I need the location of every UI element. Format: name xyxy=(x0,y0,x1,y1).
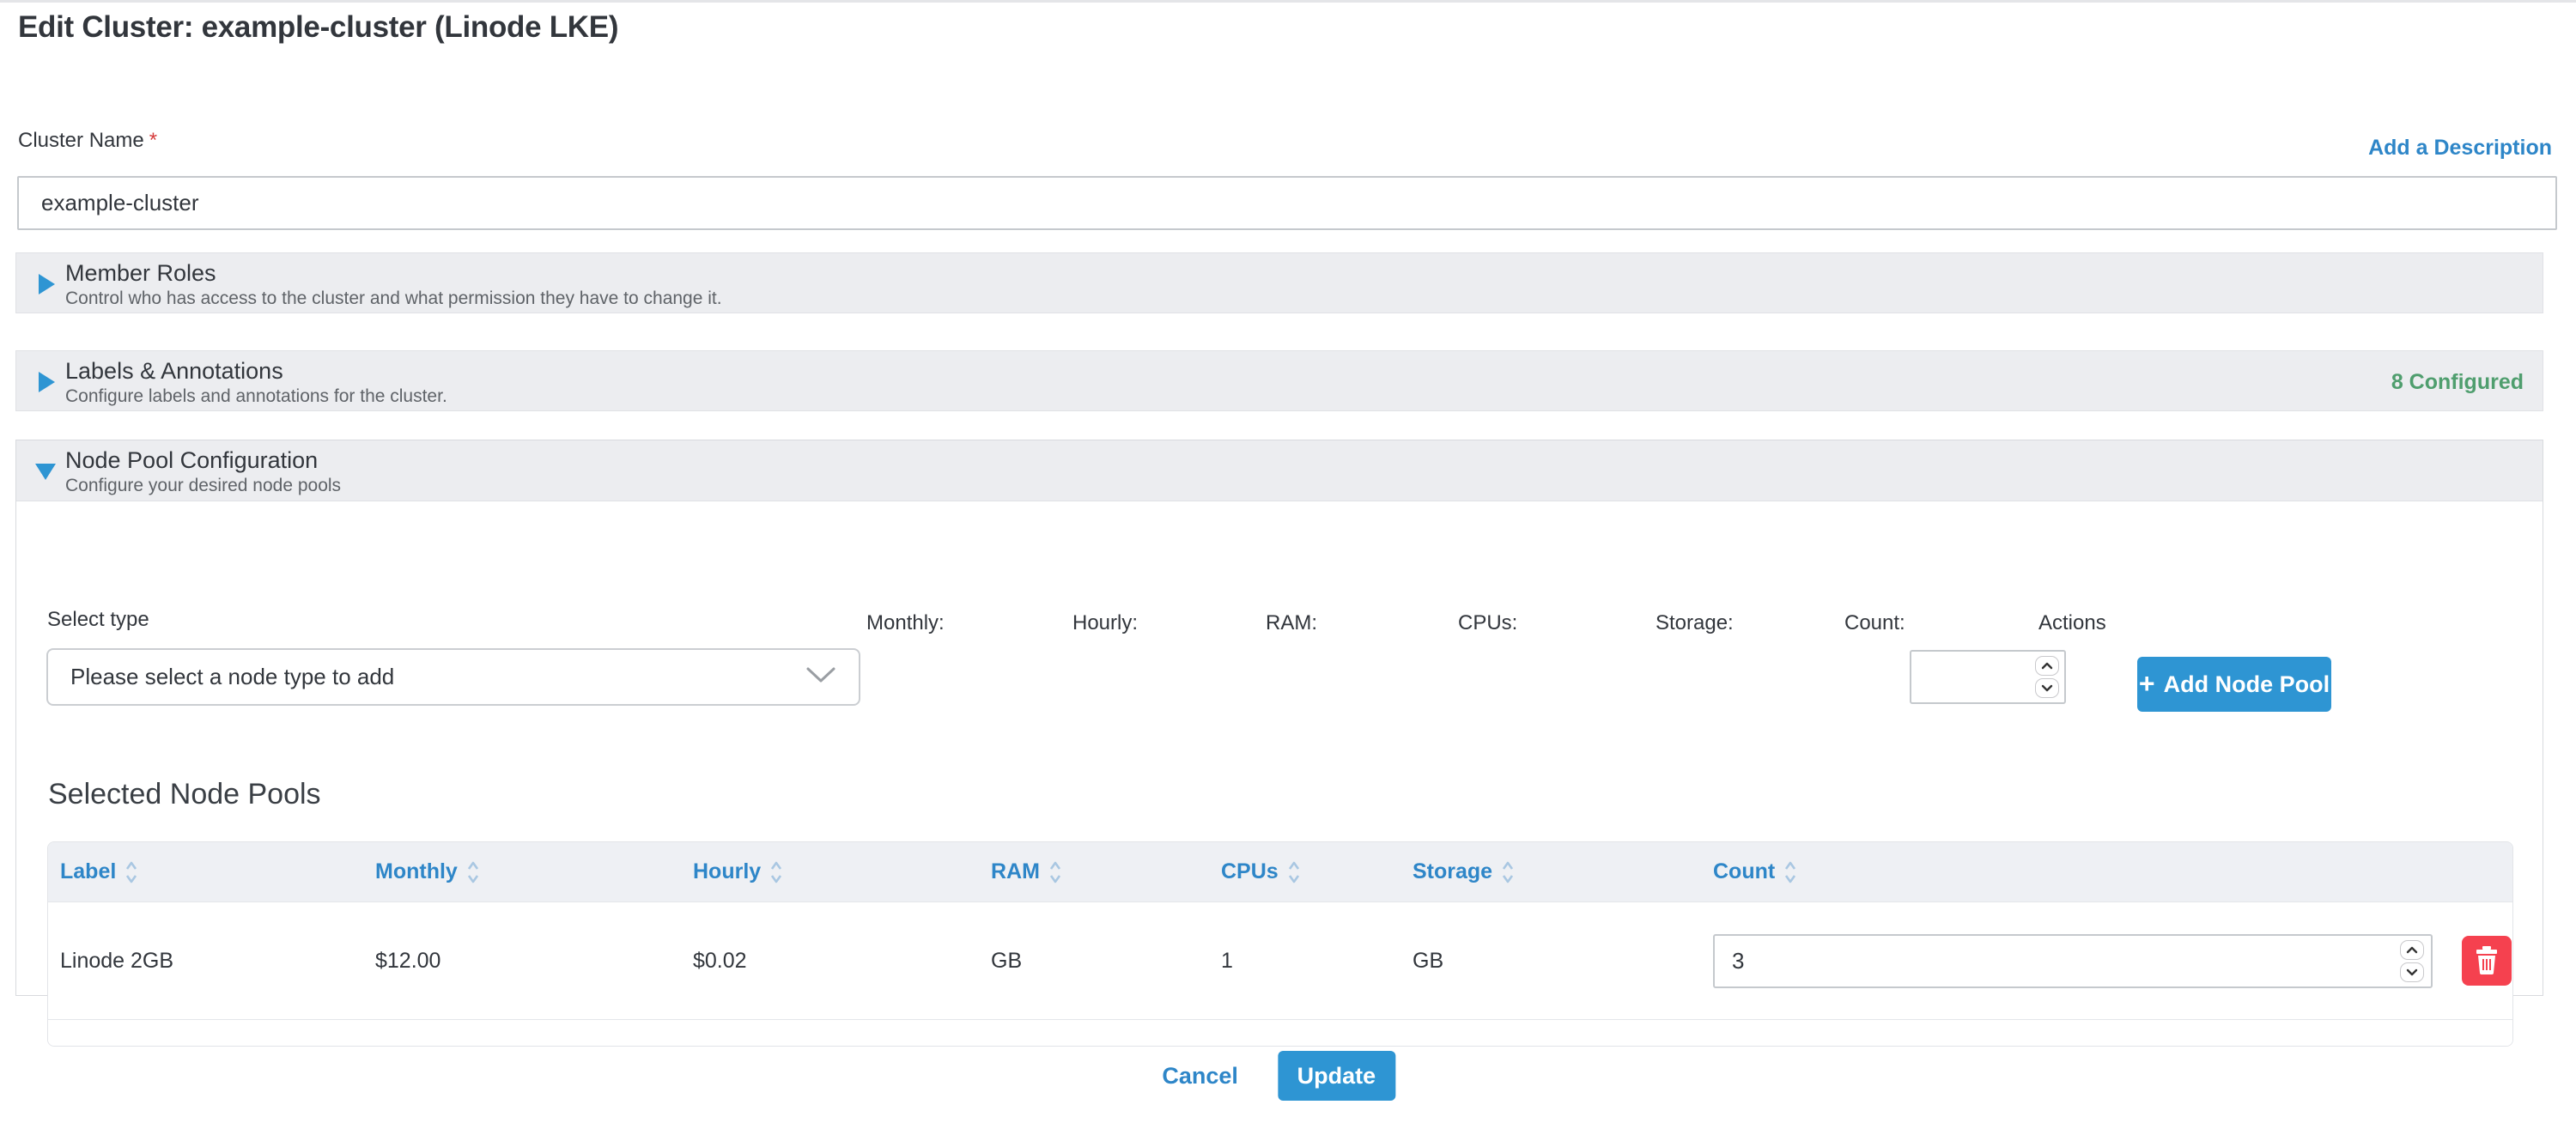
hourly-column-label: Hourly: xyxy=(1072,611,1138,635)
cpus-column-label: CPUs: xyxy=(1458,611,1517,635)
sort-header-count[interactable]: Count xyxy=(1713,859,2512,885)
cluster-name-input[interactable] xyxy=(17,176,2557,230)
cluster-name-label: Cluster Name* xyxy=(18,129,157,153)
node-type-select[interactable]: Please select a node type to add xyxy=(46,648,860,706)
section-title: Member Roles xyxy=(65,260,216,287)
sort-header-hourly[interactable]: Hourly xyxy=(693,859,991,885)
node-pool-section-body: Select type Please select a node type to… xyxy=(16,501,2543,996)
select-type-label: Select type xyxy=(47,608,149,632)
triangle-right-icon xyxy=(39,372,55,392)
section-subtitle: Configure your desired node pools xyxy=(65,476,341,496)
sort-header-monthly[interactable]: Monthly xyxy=(375,859,693,885)
pool-ram-cell: GB xyxy=(991,949,1221,974)
node-pool-section-header[interactable]: Node Pool Configuration Configure your d… xyxy=(16,440,2543,501)
pool-count-cell xyxy=(1713,934,2512,988)
pool-count-input[interactable] xyxy=(1715,936,2431,986)
section-subtitle: Control who has access to the cluster an… xyxy=(65,288,722,309)
pool-monthly-cell: $12.00 xyxy=(375,949,693,974)
ram-column-label: RAM: xyxy=(1266,611,1317,635)
caret-down-icon[interactable] xyxy=(2035,678,2059,698)
caret-up-icon[interactable] xyxy=(2035,656,2059,676)
section-subtitle: Configure labels and annotations for the… xyxy=(65,386,447,407)
triangle-down-icon xyxy=(35,464,56,480)
page-top-divider xyxy=(0,0,2576,3)
node-type-select-value: Please select a node type to add xyxy=(70,664,394,690)
number-spinner xyxy=(2035,656,2059,698)
sort-header-ram[interactable]: RAM xyxy=(991,859,1221,885)
page-title: Edit Cluster: example-cluster (Linode LK… xyxy=(18,10,618,45)
triangle-right-icon xyxy=(39,274,55,294)
section-node-pool-configuration: Node Pool Configuration Configure your d… xyxy=(15,440,2543,996)
storage-column-label: Storage: xyxy=(1656,611,1734,635)
cluster-name-label-text: Cluster Name xyxy=(18,129,144,152)
update-button[interactable]: Update xyxy=(1278,1051,1395,1101)
section-title: Node Pool Configuration xyxy=(65,447,318,474)
pool-cpus-cell: 1 xyxy=(1221,949,1413,974)
table-footer-spacer xyxy=(48,1020,2512,1046)
sort-carets-icon xyxy=(466,859,480,885)
sort-header-label[interactable]: Label xyxy=(48,859,375,885)
selected-node-pools-table: Label Monthly Hourly RAM CPUs xyxy=(47,841,2513,1047)
sort-carets-icon xyxy=(769,859,783,885)
pool-count-field xyxy=(1713,934,2433,988)
section-member-roles[interactable]: Member Roles Control who has access to t… xyxy=(15,252,2543,313)
sort-header-cpus[interactable]: CPUs xyxy=(1221,859,1413,885)
section-labels-annotations[interactable]: Labels & Annotations Configure labels an… xyxy=(15,350,2543,411)
chevron-down-icon xyxy=(805,665,836,689)
pool-label-cell: Linode 2GB xyxy=(48,949,375,974)
add-node-pool-label: Add Node Pool xyxy=(2164,671,2330,698)
add-node-pool-button[interactable]: + Add Node Pool xyxy=(2137,657,2331,712)
table-row: Linode 2GB $12.00 $0.02 GB 1 GB xyxy=(48,902,2512,1020)
monthly-column-label: Monthly: xyxy=(866,611,945,635)
count-column-label: Count: xyxy=(1844,611,1905,635)
sort-carets-icon xyxy=(125,859,138,885)
pool-storage-cell: GB xyxy=(1413,949,1713,974)
sort-header-storage[interactable]: Storage xyxy=(1413,859,1713,885)
sort-carets-icon xyxy=(1783,859,1797,885)
plus-icon: + xyxy=(2139,670,2155,697)
section-title: Labels & Annotations xyxy=(65,358,283,385)
selected-node-pools-heading: Selected Node Pools xyxy=(48,778,321,811)
caret-down-icon[interactable] xyxy=(2400,962,2424,982)
configured-count-badge: 8 Configured xyxy=(2391,370,2524,395)
sort-carets-icon xyxy=(1287,859,1301,885)
sort-carets-icon xyxy=(1048,859,1062,885)
pool-hourly-cell: $0.02 xyxy=(693,949,991,974)
actions-column-label: Actions xyxy=(2038,611,2106,635)
number-spinner xyxy=(2400,940,2424,982)
table-header-row: Label Monthly Hourly RAM CPUs xyxy=(48,842,2512,902)
caret-up-icon[interactable] xyxy=(2400,940,2424,960)
new-pool-count-field xyxy=(1910,650,2066,704)
sort-carets-icon xyxy=(1501,859,1515,885)
required-asterisk: * xyxy=(149,129,157,152)
cancel-button[interactable]: Cancel xyxy=(1162,1063,1238,1090)
form-actions: Cancel Update xyxy=(1162,1051,1395,1101)
delete-pool-button[interactable] xyxy=(2462,936,2512,986)
trash-icon xyxy=(2474,945,2500,977)
add-description-link[interactable]: Add a Description xyxy=(2368,136,2552,161)
